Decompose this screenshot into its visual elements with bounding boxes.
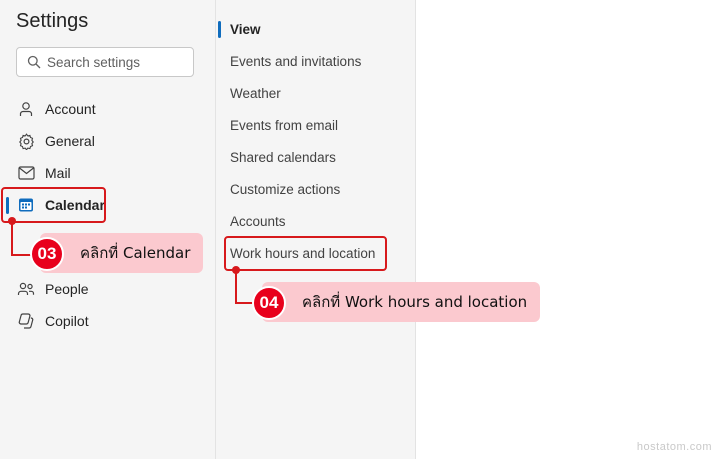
leader-line-step3-vertical: [11, 221, 13, 255]
nav-item-general[interactable]: General: [0, 126, 214, 156]
highlight-box-calendar: [1, 187, 106, 223]
nav-label-copilot: Copilot: [45, 313, 89, 329]
people-icon: [17, 280, 35, 298]
subnav-item-accounts[interactable]: Accounts: [217, 206, 415, 236]
gear-icon: [17, 132, 35, 150]
subnav-label-events-and-invitations: Events and invitations: [230, 53, 362, 69]
nav-label-people: People: [45, 281, 89, 297]
person-icon: [17, 100, 35, 118]
nav-item-people[interactable]: People: [0, 274, 214, 304]
subnav-label-view: View: [230, 21, 261, 37]
subnav-item-shared-calendars[interactable]: Shared calendars: [217, 142, 415, 172]
subnav-item-events-and-invitations[interactable]: Events and invitations: [217, 46, 415, 76]
subnav-item-customize-actions[interactable]: Customize actions: [217, 174, 415, 204]
subnav-label-weather: Weather: [230, 85, 281, 101]
search-input[interactable]: [47, 54, 187, 70]
leader-line-step4-vertical: [235, 270, 237, 303]
nav-label-account: Account: [45, 101, 96, 117]
subnav-label-accounts: Accounts: [230, 213, 286, 229]
nav-item-copilot[interactable]: Copilot: [0, 306, 214, 336]
settings-title: Settings: [16, 10, 89, 32]
subnav-item-view[interactable]: View: [217, 14, 415, 44]
callout-step4-text: คลิกที่ Work hours and location: [302, 293, 528, 311]
search-icon: [27, 55, 41, 69]
subnav-label-events-from-email: Events from email: [230, 117, 339, 133]
nav-label-general: General: [45, 133, 95, 149]
search-settings-box[interactable]: [16, 47, 194, 77]
step-badge-03: 03: [30, 237, 64, 271]
subnav-label-shared-calendars: Shared calendars: [230, 149, 336, 165]
nav-item-mail[interactable]: Mail: [0, 158, 214, 188]
nav-item-account[interactable]: Account: [0, 94, 214, 124]
callout-step3-text: คลิกที่ Calendar: [80, 244, 191, 262]
mail-icon: [17, 164, 35, 182]
subnav-label-customize-actions: Customize actions: [230, 181, 341, 197]
subnav-item-weather[interactable]: Weather: [217, 78, 415, 108]
step-badge-04: 04: [252, 286, 286, 320]
watermark: hostatom.com: [636, 441, 712, 453]
subnav-item-events-from-email[interactable]: Events from email: [217, 110, 415, 140]
callout-step3: คลิกที่ Calendar: [40, 233, 203, 273]
copilot-icon: [17, 312, 35, 330]
nav-label-mail: Mail: [45, 165, 71, 181]
highlight-box-work-hours: [224, 236, 387, 271]
callout-step4: คลิกที่ Work hours and location: [262, 282, 540, 322]
